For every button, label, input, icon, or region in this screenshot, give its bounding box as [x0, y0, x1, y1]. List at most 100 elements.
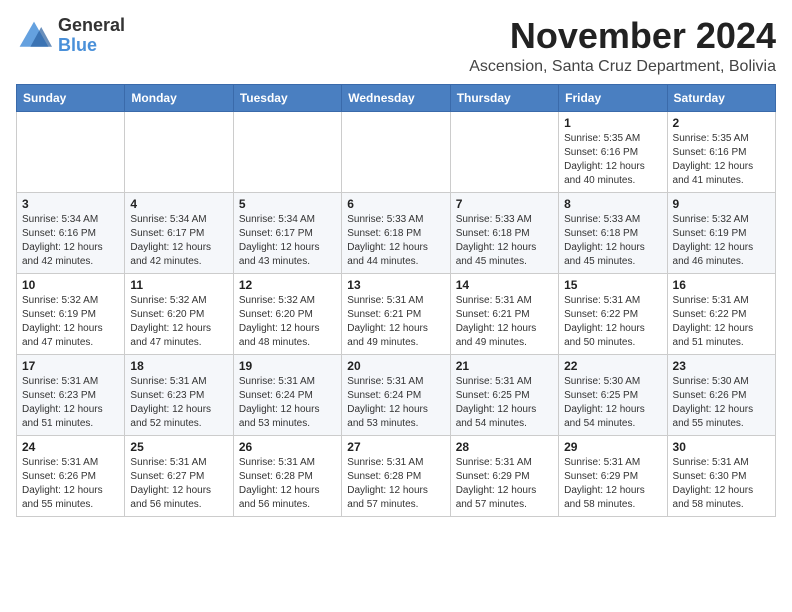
day-cell: 21Sunrise: 5:31 AM Sunset: 6:25 PM Dayli…	[450, 354, 558, 435]
day-cell: 10 Sunrise: 5:32 AM Sunset: 6:19 PM Dayli…	[17, 273, 125, 354]
day-number: 4	[130, 197, 227, 211]
day-cell: 28 Sunrise: 5:31 AM Sunset: 6:29 PM Dayli…	[450, 435, 558, 516]
day-number: 14	[456, 278, 553, 292]
day-info: Sunrise: 5:31 AM Sunset: 6:22 PM Dayligh…	[673, 294, 770, 350]
day-number: 18	[130, 359, 227, 373]
day-info: Sunrise: 5:34 AM Sunset: 6:17 PM Dayligh…	[239, 213, 336, 269]
day-number: 20	[347, 359, 444, 373]
day-cell: 15 Sunrise: 5:31 AM Sunset: 6:22 PM Dayli…	[559, 273, 667, 354]
week-row-4: 17 Sunrise: 5:31 AM Sunset: 6:23 PM Dayli…	[17, 354, 776, 435]
weekday-header-saturday: Saturday	[667, 84, 775, 111]
day-info: Sunrise: 5:34 AM Sunset: 6:16 PM Dayligh…	[22, 213, 119, 269]
day-number: 10	[22, 278, 119, 292]
day-info: Sunrise: 5:33 AM Sunset: 6:18 PM Dayligh…	[347, 213, 444, 269]
weekday-header-sunday: Sunday	[17, 84, 125, 111]
weekday-header-wednesday: Wednesday	[342, 84, 450, 111]
day-cell: 25 Sunrise: 5:31 AM Sunset: 6:27 PM Dayli…	[125, 435, 233, 516]
day-cell: 12 Sunrise: 5:32 AM Sunset: 6:20 PM Dayli…	[233, 273, 341, 354]
day-cell: 3Sunrise: 5:34 AM Sunset: 6:16 PM Daylig…	[17, 192, 125, 273]
logo-icon	[16, 18, 52, 54]
day-info: Sunrise: 5:31 AM Sunset: 6:21 PM Dayligh…	[347, 294, 444, 350]
day-cell: 9 Sunrise: 5:32 AM Sunset: 6:19 PM Daylig…	[667, 192, 775, 273]
day-cell	[342, 111, 450, 192]
logo: General Blue	[16, 16, 125, 56]
weekday-header-tuesday: Tuesday	[233, 84, 341, 111]
location-title: Ascension, Santa Cruz Department, Bolivi…	[469, 58, 776, 76]
day-number: 6	[347, 197, 444, 211]
day-info: Sunrise: 5:31 AM Sunset: 6:25 PM Dayligh…	[456, 375, 553, 431]
day-info: Sunrise: 5:32 AM Sunset: 6:20 PM Dayligh…	[239, 294, 336, 350]
week-row-1: 1 Sunrise: 5:35 AM Sunset: 6:16 PM Daylig…	[17, 111, 776, 192]
day-number: 11	[130, 278, 227, 292]
day-info: Sunrise: 5:31 AM Sunset: 6:27 PM Dayligh…	[130, 456, 227, 512]
week-row-3: 10 Sunrise: 5:32 AM Sunset: 6:19 PM Dayli…	[17, 273, 776, 354]
day-info: Sunrise: 5:31 AM Sunset: 6:26 PM Dayligh…	[22, 456, 119, 512]
day-number: 9	[673, 197, 770, 211]
weekday-header-thursday: Thursday	[450, 84, 558, 111]
day-info: Sunrise: 5:31 AM Sunset: 6:23 PM Dayligh…	[130, 375, 227, 431]
day-cell	[450, 111, 558, 192]
day-info: Sunrise: 5:31 AM Sunset: 6:29 PM Dayligh…	[456, 456, 553, 512]
day-cell: 16Sunrise: 5:31 AM Sunset: 6:22 PM Dayli…	[667, 273, 775, 354]
day-cell: 14 Sunrise: 5:31 AM Sunset: 6:21 PM Dayli…	[450, 273, 558, 354]
title-block: November 2024 Ascension, Santa Cruz Depa…	[469, 16, 776, 76]
day-info: Sunrise: 5:31 AM Sunset: 6:29 PM Dayligh…	[564, 456, 661, 512]
day-number: 13	[347, 278, 444, 292]
day-cell	[233, 111, 341, 192]
day-number: 19	[239, 359, 336, 373]
day-cell: 19 Sunrise: 5:31 AM Sunset: 6:24 PM Dayli…	[233, 354, 341, 435]
day-cell: 13 Sunrise: 5:31 AM Sunset: 6:21 PM Dayli…	[342, 273, 450, 354]
day-info: Sunrise: 5:30 AM Sunset: 6:25 PM Dayligh…	[564, 375, 661, 431]
day-cell	[125, 111, 233, 192]
day-number: 25	[130, 440, 227, 454]
day-cell: 26 Sunrise: 5:31 AM Sunset: 6:28 PM Dayli…	[233, 435, 341, 516]
calendar-table: SundayMondayTuesdayWednesdayThursdayFrid…	[16, 84, 776, 517]
day-info: Sunrise: 5:31 AM Sunset: 6:22 PM Dayligh…	[564, 294, 661, 350]
day-info: Sunrise: 5:32 AM Sunset: 6:20 PM Dayligh…	[130, 294, 227, 350]
day-info: Sunrise: 5:31 AM Sunset: 6:24 PM Dayligh…	[347, 375, 444, 431]
day-cell: 22 Sunrise: 5:30 AM Sunset: 6:25 PM Dayli…	[559, 354, 667, 435]
day-number: 7	[456, 197, 553, 211]
day-cell: 11 Sunrise: 5:32 AM Sunset: 6:20 PM Dayli…	[125, 273, 233, 354]
day-number: 2	[673, 116, 770, 130]
day-number: 24	[22, 440, 119, 454]
weekday-header-row: SundayMondayTuesdayWednesdayThursdayFrid…	[17, 84, 776, 111]
day-number: 22	[564, 359, 661, 373]
day-number: 1	[564, 116, 661, 130]
day-cell: 20 Sunrise: 5:31 AM Sunset: 6:24 PM Dayli…	[342, 354, 450, 435]
day-info: Sunrise: 5:31 AM Sunset: 6:21 PM Dayligh…	[456, 294, 553, 350]
day-number: 29	[564, 440, 661, 454]
logo-blue: Blue	[58, 36, 125, 56]
day-cell: 27 Sunrise: 5:31 AM Sunset: 6:28 PM Dayli…	[342, 435, 450, 516]
day-number: 17	[22, 359, 119, 373]
day-number: 28	[456, 440, 553, 454]
day-info: Sunrise: 5:32 AM Sunset: 6:19 PM Dayligh…	[22, 294, 119, 350]
day-cell: 7Sunrise: 5:33 AM Sunset: 6:18 PM Daylig…	[450, 192, 558, 273]
day-cell: 24 Sunrise: 5:31 AM Sunset: 6:26 PM Dayli…	[17, 435, 125, 516]
week-row-2: 3Sunrise: 5:34 AM Sunset: 6:16 PM Daylig…	[17, 192, 776, 273]
day-info: Sunrise: 5:31 AM Sunset: 6:23 PM Dayligh…	[22, 375, 119, 431]
day-info: Sunrise: 5:31 AM Sunset: 6:24 PM Dayligh…	[239, 375, 336, 431]
day-cell	[17, 111, 125, 192]
page-header: General Blue November 2024 Ascension, Sa…	[16, 16, 776, 76]
day-info: Sunrise: 5:31 AM Sunset: 6:28 PM Dayligh…	[239, 456, 336, 512]
day-cell: 23Sunrise: 5:30 AM Sunset: 6:26 PM Dayli…	[667, 354, 775, 435]
day-number: 15	[564, 278, 661, 292]
day-info: Sunrise: 5:33 AM Sunset: 6:18 PM Dayligh…	[564, 213, 661, 269]
logo-general: General	[58, 16, 125, 36]
day-cell: 29 Sunrise: 5:31 AM Sunset: 6:29 PM Dayli…	[559, 435, 667, 516]
day-number: 8	[564, 197, 661, 211]
day-info: Sunrise: 5:34 AM Sunset: 6:17 PM Dayligh…	[130, 213, 227, 269]
day-number: 12	[239, 278, 336, 292]
day-number: 26	[239, 440, 336, 454]
day-info: Sunrise: 5:31 AM Sunset: 6:28 PM Dayligh…	[347, 456, 444, 512]
day-cell: 18 Sunrise: 5:31 AM Sunset: 6:23 PM Dayli…	[125, 354, 233, 435]
day-number: 27	[347, 440, 444, 454]
day-cell: 17 Sunrise: 5:31 AM Sunset: 6:23 PM Dayli…	[17, 354, 125, 435]
day-info: Sunrise: 5:32 AM Sunset: 6:19 PM Dayligh…	[673, 213, 770, 269]
day-cell: 5Sunrise: 5:34 AM Sunset: 6:17 PM Daylig…	[233, 192, 341, 273]
day-info: Sunrise: 5:35 AM Sunset: 6:16 PM Dayligh…	[564, 132, 661, 188]
month-title: November 2024	[469, 16, 776, 56]
day-cell: 30Sunrise: 5:31 AM Sunset: 6:30 PM Dayli…	[667, 435, 775, 516]
week-row-5: 24 Sunrise: 5:31 AM Sunset: 6:26 PM Dayli…	[17, 435, 776, 516]
